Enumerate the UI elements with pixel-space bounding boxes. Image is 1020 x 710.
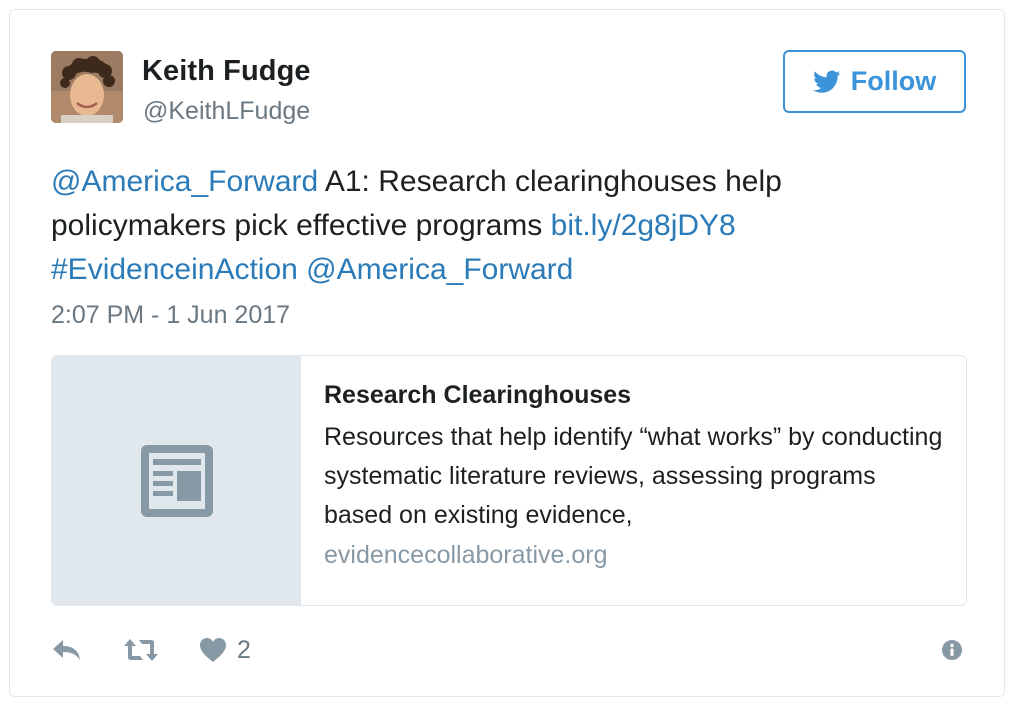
card-body: Research Clearinghouses Resources that h… <box>324 378 944 575</box>
like-button[interactable]: 2 <box>199 636 251 665</box>
action-bar: 2 <box>51 632 291 668</box>
info-button[interactable] <box>941 639 963 666</box>
follow-button[interactable]: Follow <box>783 50 966 113</box>
article-icon <box>140 444 213 517</box>
tweet-text: @America_Forward A1: Research clearingho… <box>51 160 951 292</box>
mention-link-2[interactable]: @America_Forward <box>306 253 573 286</box>
info-icon <box>942 640 962 660</box>
card-title: Research Clearinghouses <box>324 381 632 409</box>
card-domain: evidencecollaborative.org <box>324 541 608 569</box>
retweet-icon <box>124 639 158 661</box>
avatar[interactable] <box>51 51 123 123</box>
reply-icon <box>53 640 80 660</box>
card-description: Resources that help identify “what works… <box>324 423 943 529</box>
mention-link[interactable]: @America_Forward <box>51 165 318 198</box>
timestamp[interactable]: 2:07 PM - 1 Jun 2017 <box>51 299 290 331</box>
card-thumbnail <box>52 356 301 605</box>
heart-icon <box>200 638 226 662</box>
tweet-embed: Keith Fudge @KeithLFudge Follow @America… <box>9 9 1005 697</box>
retweet-button[interactable] <box>123 637 159 663</box>
reply-button[interactable] <box>51 638 83 662</box>
like-count: 2 <box>237 635 251 664</box>
author-handle[interactable]: @KeithLFudge <box>143 96 310 126</box>
hashtag-link[interactable]: #EvidenceinAction <box>51 253 298 286</box>
link-card[interactable]: Research Clearinghouses Resources that h… <box>51 355 967 606</box>
short-url-link[interactable]: bit.ly/2g8jDY8 <box>551 209 736 242</box>
author-name[interactable]: Keith Fudge <box>142 54 311 88</box>
twitter-bird-icon <box>812 69 841 93</box>
follow-label: Follow <box>850 66 937 96</box>
